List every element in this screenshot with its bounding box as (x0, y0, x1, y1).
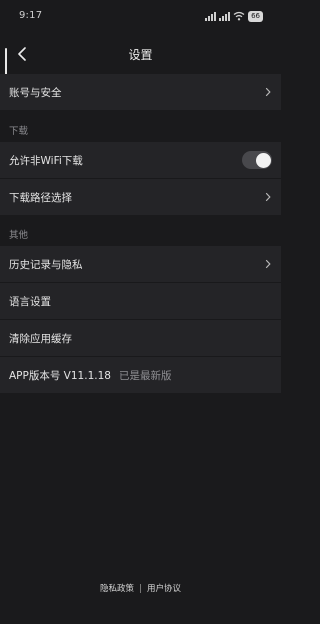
row-history-privacy[interactable]: 历史记录与隐私 (0, 246, 281, 282)
row-label-allow-non-wifi-download: 允许非WiFi下载 (9, 154, 83, 167)
signal-icon (205, 11, 217, 21)
row-download-path[interactable]: 下载路径选择 (0, 179, 281, 215)
privacy-policy-link[interactable]: 隐私政策 (100, 584, 134, 594)
row-clear-cache[interactable]: 清除应用缓存 (0, 320, 281, 356)
page-title: 设置 (128, 48, 153, 62)
status-bar: 9:17 66 (0, 0, 281, 34)
row-label-download-path: 下载路径选择 (9, 191, 72, 204)
battery-indicator: 66 (248, 10, 263, 22)
toggle-knob (255, 152, 271, 168)
non-wifi-download-toggle[interactable] (242, 151, 272, 169)
row-label-clear-cache: 清除应用缓存 (9, 332, 72, 345)
app-version-label: APP版本号 V11.1.18 (9, 369, 111, 382)
footer-links: 隐私政策 | 用户协议 (0, 582, 281, 594)
nav-bar: 设置 (0, 34, 281, 74)
row-label-account-security: 账号与安全 (9, 86, 62, 99)
status-icons: 66 (205, 10, 263, 22)
row-language[interactable]: 语言设置 (0, 283, 281, 319)
row-allow-non-wifi-download: 允许非WiFi下载 (0, 142, 281, 178)
signal-icon-secondary (219, 11, 231, 21)
section-header-other: 其他 (9, 230, 29, 241)
app-version-status: 已是最新版 (118, 369, 172, 382)
footer-separator: | (139, 584, 142, 594)
section-header-download: 下载 (9, 126, 29, 137)
row-label-app-version: APP版本号 V11.1.18 已是最新版 (9, 368, 272, 383)
chevron-right-icon (265, 259, 271, 269)
row-account-security[interactable]: 账号与安全 (0, 74, 281, 110)
user-agreement-link[interactable]: 用户协议 (147, 584, 181, 594)
wifi-icon (233, 11, 245, 21)
chevron-right-icon (265, 192, 271, 202)
row-label-language: 语言设置 (9, 295, 51, 308)
row-app-version: APP版本号 V11.1.18 已是最新版 (0, 357, 281, 393)
row-label-history-privacy: 历史记录与隐私 (9, 258, 83, 271)
chevron-right-icon (265, 87, 271, 97)
status-time: 9:17 (19, 10, 43, 21)
